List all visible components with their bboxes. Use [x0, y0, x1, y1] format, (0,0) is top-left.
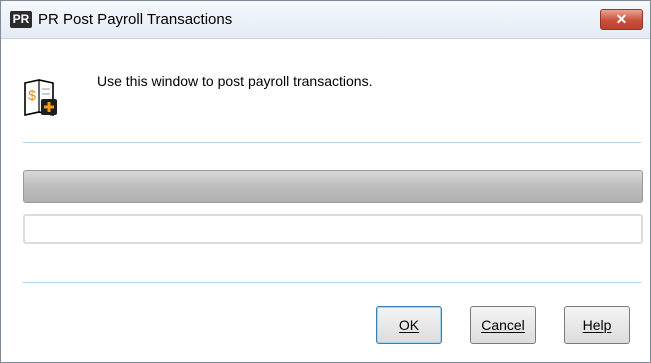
post-payroll-window: PR PR Post Payroll Transactions ✕ $ Use … [0, 0, 651, 363]
help-button-label: Help [582, 317, 612, 333]
ok-button-label: OK [398, 317, 420, 333]
cancel-button-label: Cancel [481, 317, 525, 333]
window-title: PR Post Payroll Transactions [38, 11, 233, 28]
progress-bar [23, 170, 643, 203]
bottom-divider [23, 282, 641, 283]
status-field [23, 214, 643, 244]
close-icon: ✕ [615, 11, 628, 27]
title-bar[interactable]: PR PR Post Payroll Transactions ✕ [1, 1, 650, 39]
svg-text:$: $ [28, 87, 36, 103]
close-button[interactable]: ✕ [600, 9, 643, 30]
help-button[interactable]: Help [564, 306, 630, 344]
app-icon: PR [10, 11, 32, 28]
ledger-post-icon: $ [24, 79, 57, 116]
instructions-text: Use this window to post payroll transact… [97, 73, 373, 89]
ok-button[interactable]: OK [376, 306, 442, 344]
cancel-button[interactable]: Cancel [470, 306, 536, 344]
top-divider [23, 142, 641, 143]
